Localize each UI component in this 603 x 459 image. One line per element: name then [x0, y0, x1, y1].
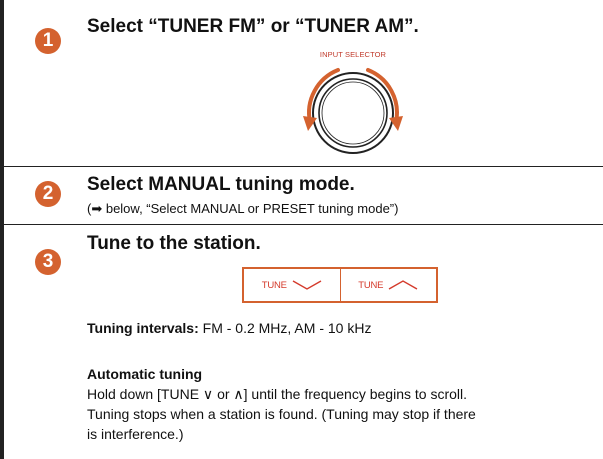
chevron-down-icon	[292, 280, 322, 290]
tuning-intervals-value: FM - 0.2 MHz, AM - 10 kHz	[198, 320, 372, 336]
step-3-title: Tune to the station.	[87, 233, 261, 254]
step-1-number-badge: 1	[35, 28, 61, 54]
step-1-section: 1 Select “TUNER FM” or “TUNER AM”. INPUT…	[0, 0, 603, 167]
tune-down-label: TUNE	[261, 279, 287, 291]
tune-up-label: TUNE	[358, 279, 384, 291]
tuning-intervals-line: Tuning intervals: FM - 0.2 MHz, AM - 10 …	[87, 318, 371, 338]
step-3-number-badge: 3	[35, 249, 61, 275]
tuning-intervals-label: Tuning intervals:	[87, 320, 199, 336]
step-3-section: 3 Tune to the station. TUNE TUNE Tuning …	[0, 225, 603, 459]
input-selector-knob-icon	[303, 68, 403, 154]
input-selector-illustration: INPUT SELECTOR	[288, 44, 418, 160]
tune-buttons-illustration: TUNE TUNE	[242, 267, 438, 303]
step-2-section: 2 Select MANUAL tuning mode. (➡ below, “…	[0, 167, 603, 225]
tune-up-button: TUNE	[339, 269, 437, 301]
automatic-tuning-line-2: Tuning stops when a station is found. (T…	[87, 406, 476, 422]
instruction-page: 1 Select “TUNER FM” or “TUNER AM”. INPUT…	[0, 0, 603, 459]
tune-down-button: TUNE	[244, 269, 340, 301]
automatic-tuning-line-3: is interference.)	[87, 426, 184, 442]
automatic-tuning-line-1: Hold down [TUNE ∨ or ∧] until the freque…	[87, 386, 467, 402]
automatic-tuning-description: Hold down [TUNE ∨ or ∧] until the freque…	[87, 384, 476, 444]
step-2-number-badge: 2	[35, 181, 61, 207]
step-2-reference-note: (➡ below, “Select MANUAL or PRESET tunin…	[87, 201, 399, 216]
chevron-up-icon	[388, 280, 418, 290]
step-2-title: Select MANUAL tuning mode.	[87, 174, 355, 195]
step-1-title: Select “TUNER FM” or “TUNER AM”.	[87, 16, 419, 37]
automatic-tuning-heading: Automatic tuning	[87, 366, 203, 382]
